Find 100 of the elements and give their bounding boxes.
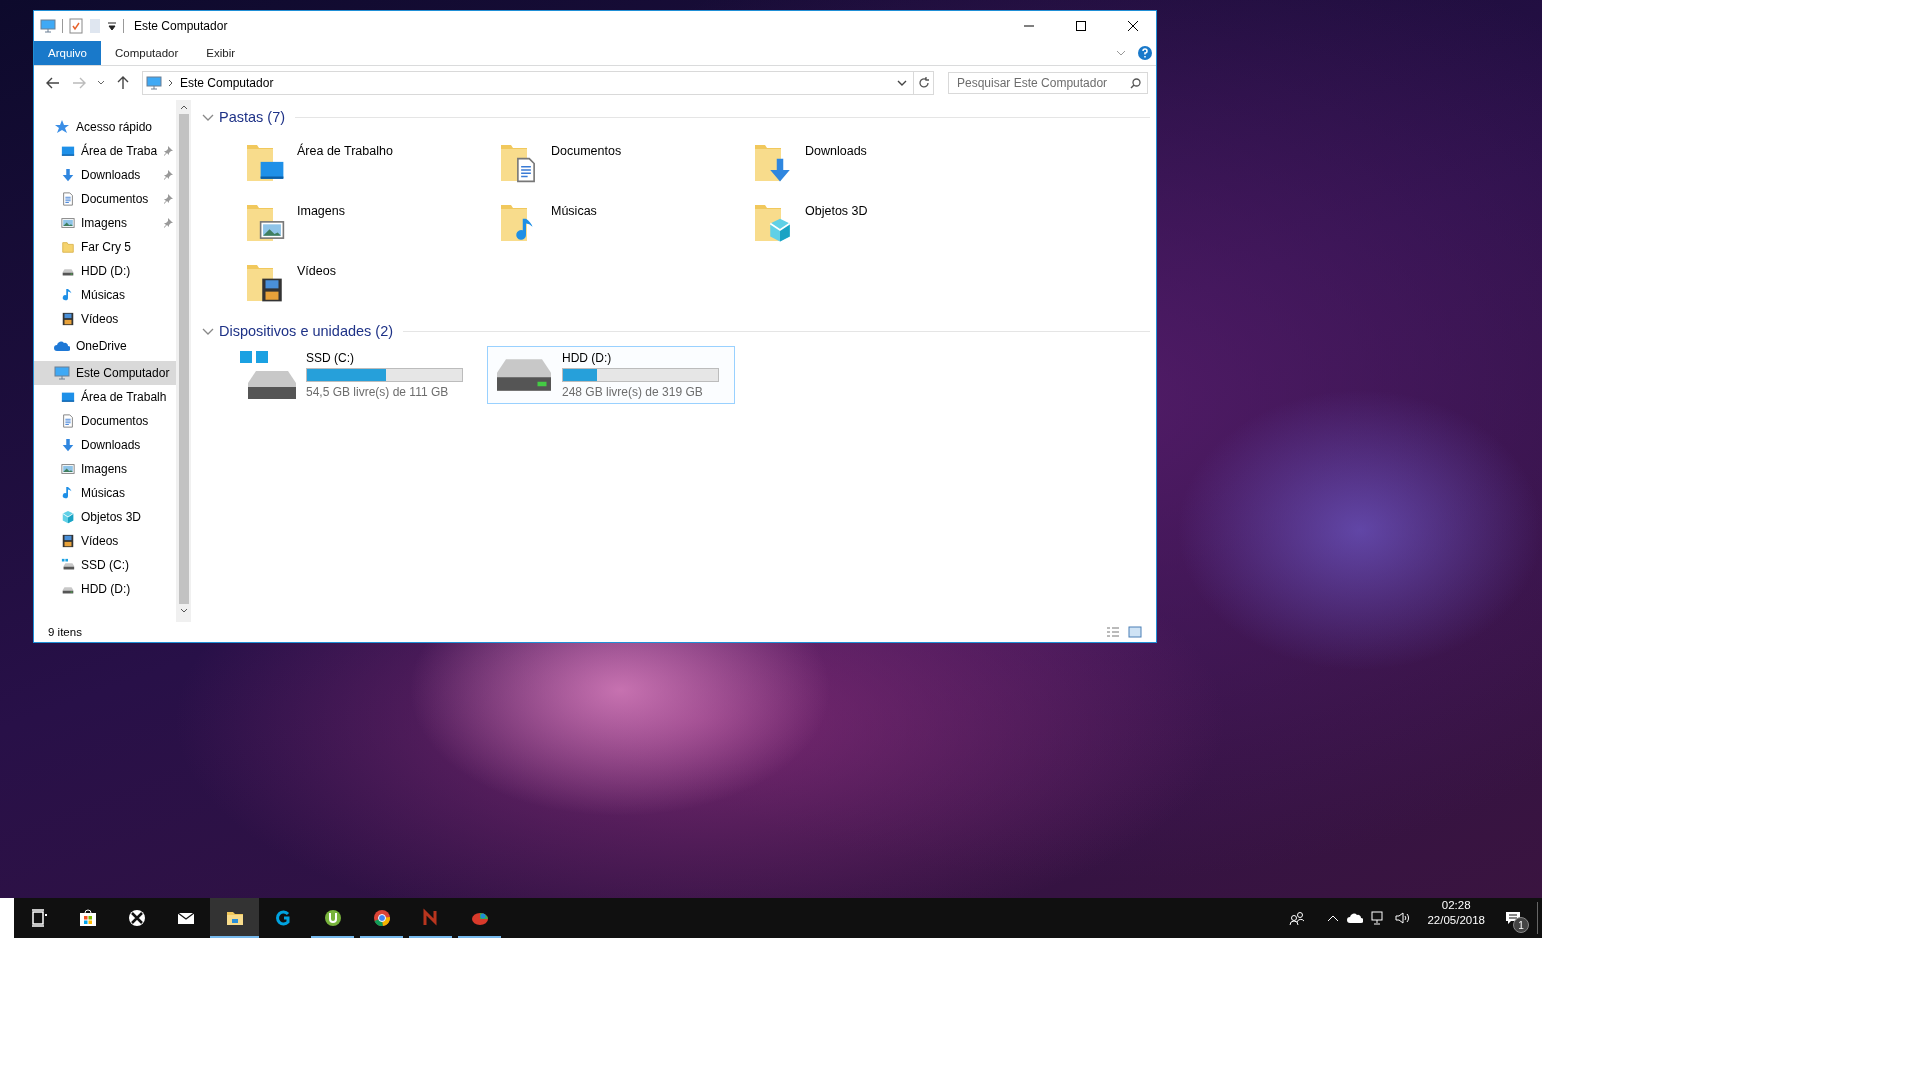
section-title[interactable]: Pastas (7) [219, 109, 286, 125]
cloud-icon[interactable] [1347, 912, 1364, 924]
download-arrow-icon [61, 168, 75, 182]
taskbar-button[interactable] [210, 898, 259, 938]
folder-label[interactable]: Documentos [551, 140, 622, 158]
nav-label: HDD (D:) [81, 264, 131, 278]
help-icon[interactable] [1138, 46, 1152, 60]
nav-item[interactable]: Área de Traba [34, 139, 176, 163]
nav-label: Músicas [81, 288, 125, 302]
refresh-button[interactable] [914, 71, 934, 95]
nav-item[interactable]: Documentos [34, 409, 176, 433]
scrollbar[interactable] [176, 100, 191, 622]
address-path[interactable]: Este Computador [180, 76, 891, 90]
computer-icon[interactable] [40, 18, 56, 34]
ribbon-tab[interactable]: Arquivo [34, 41, 101, 65]
nav-label: Objetos 3D [81, 510, 142, 524]
nav-label: OneDrive [76, 339, 127, 353]
window-title: Este Computador [134, 19, 229, 33]
nav-item[interactable]: SSD (C:) [34, 553, 176, 577]
dropdown-icon[interactable] [897, 79, 907, 87]
ribbon-tab[interactable]: Exibir [192, 41, 250, 65]
pin-icon[interactable] [163, 170, 173, 180]
drive-icon [497, 357, 551, 393]
monitor-icon [146, 75, 162, 91]
drive-tile[interactable]: HDD (D:) 248 GB livre(s) de 319 GB [487, 346, 735, 404]
maximize-icon [1076, 21, 1086, 31]
breadcrumb-separator-icon [168, 79, 174, 87]
chevron-up-icon[interactable] [1327, 914, 1340, 922]
refresh-icon [917, 77, 930, 89]
expand-ribbon-icon[interactable] [1116, 48, 1126, 58]
x-circle-icon [126, 908, 147, 928]
address-bar[interactable]: Este Computador [142, 71, 914, 95]
nav-item[interactable]: Far Cry 5 [34, 235, 176, 259]
folder-label[interactable]: Imagens [297, 200, 345, 218]
volume-icon[interactable] [1395, 911, 1412, 925]
pin-icon[interactable] [163, 194, 173, 204]
folder-label[interactable]: Vídeos [297, 260, 336, 278]
document-icon [61, 414, 75, 428]
nav-item[interactable]: Área de Trabalh [34, 385, 176, 409]
notification-count: 1 [1513, 917, 1529, 933]
search-icon[interactable] [1130, 77, 1141, 89]
nav-item[interactable]: HDD (D:) [34, 259, 176, 283]
pin-icon[interactable] [163, 218, 173, 228]
nav-label: Documentos [81, 414, 149, 428]
picture-icon [61, 462, 75, 476]
search-field[interactable]: Pesquisar Este Computador [948, 72, 1148, 94]
caret-icon [97, 80, 105, 86]
nav-label: Acesso rápido [76, 120, 153, 134]
nav-label: Downloads [81, 438, 141, 452]
folder-label[interactable]: Área de Trabalho [297, 140, 393, 158]
folder-label[interactable]: Downloads [805, 140, 867, 158]
nav-item[interactable]: Vídeos [34, 307, 176, 331]
nav-item[interactable]: Objetos 3D [34, 505, 176, 529]
nav-item[interactable]: Acesso rápido [34, 115, 176, 139]
nav-label: Área de Trabalh [81, 390, 167, 404]
nav-item[interactable]: HDD (D:) [34, 577, 176, 601]
monitor-icon [61, 390, 75, 404]
clock[interactable]: 02:28 22/05/2018 [1417, 898, 1495, 938]
free-space-text: 54,5 GB livre(s) de 111 GB [306, 385, 450, 399]
nav-item[interactable]: Músicas [34, 481, 176, 505]
drive-tile[interactable]: SSD (C:) 54,5 GB livre(s) de 111 GB [231, 346, 479, 404]
folder-icon [61, 240, 75, 254]
nav-label: Imagens [81, 216, 128, 230]
nav-item[interactable]: OneDrive [34, 334, 176, 358]
nav-item[interactable]: Imagens [34, 211, 176, 235]
ribbon-tab[interactable]: Computador [101, 41, 193, 65]
section-title[interactable]: Dispositivos e unidades (2) [219, 323, 394, 339]
drive-name: HDD (D:) [562, 351, 613, 365]
nav-label: Imagens [81, 462, 128, 476]
download-arrow-icon [61, 438, 75, 452]
nav-item[interactable]: Downloads [34, 433, 176, 457]
scroll-down-icon[interactable] [179, 608, 188, 614]
drive-icon [238, 349, 298, 401]
nav-label: Músicas [81, 486, 125, 500]
nav-item[interactable]: Downloads [34, 163, 176, 187]
shopping-bag-icon [77, 908, 98, 928]
nav-label: Área de Traba [81, 144, 158, 158]
free-space-text: 248 GB livre(s) de 319 GB [562, 385, 704, 399]
item-count: 9 itens [48, 626, 83, 638]
people-icon[interactable] [1289, 910, 1306, 926]
document-icon [61, 192, 75, 206]
picture-icon [61, 216, 75, 230]
properties-icon[interactable] [69, 18, 83, 34]
scroll-up-icon[interactable] [179, 104, 188, 110]
folder-label[interactable]: Objetos 3D [805, 200, 868, 218]
nav-label: Downloads [81, 168, 141, 182]
dropdown-icon[interactable] [107, 21, 117, 31]
nav-label: SSD (C:) [81, 558, 129, 572]
folder-label[interactable]: Músicas [551, 200, 597, 218]
monitor-icon [61, 144, 75, 158]
nav-item[interactable]: Imagens [34, 457, 176, 481]
nav-item[interactable]: Este Computador [34, 361, 176, 385]
back-arrow-icon [46, 77, 60, 89]
nav-item[interactable]: Vídeos [34, 529, 176, 553]
nav-item[interactable]: Documentos [34, 187, 176, 211]
nav-item[interactable]: Músicas [34, 283, 176, 307]
nav-label: Far Cry 5 [81, 240, 131, 254]
pin-icon[interactable] [163, 146, 173, 156]
nav-label: HDD (D:) [81, 582, 131, 596]
torrent-icon [322, 908, 343, 928]
